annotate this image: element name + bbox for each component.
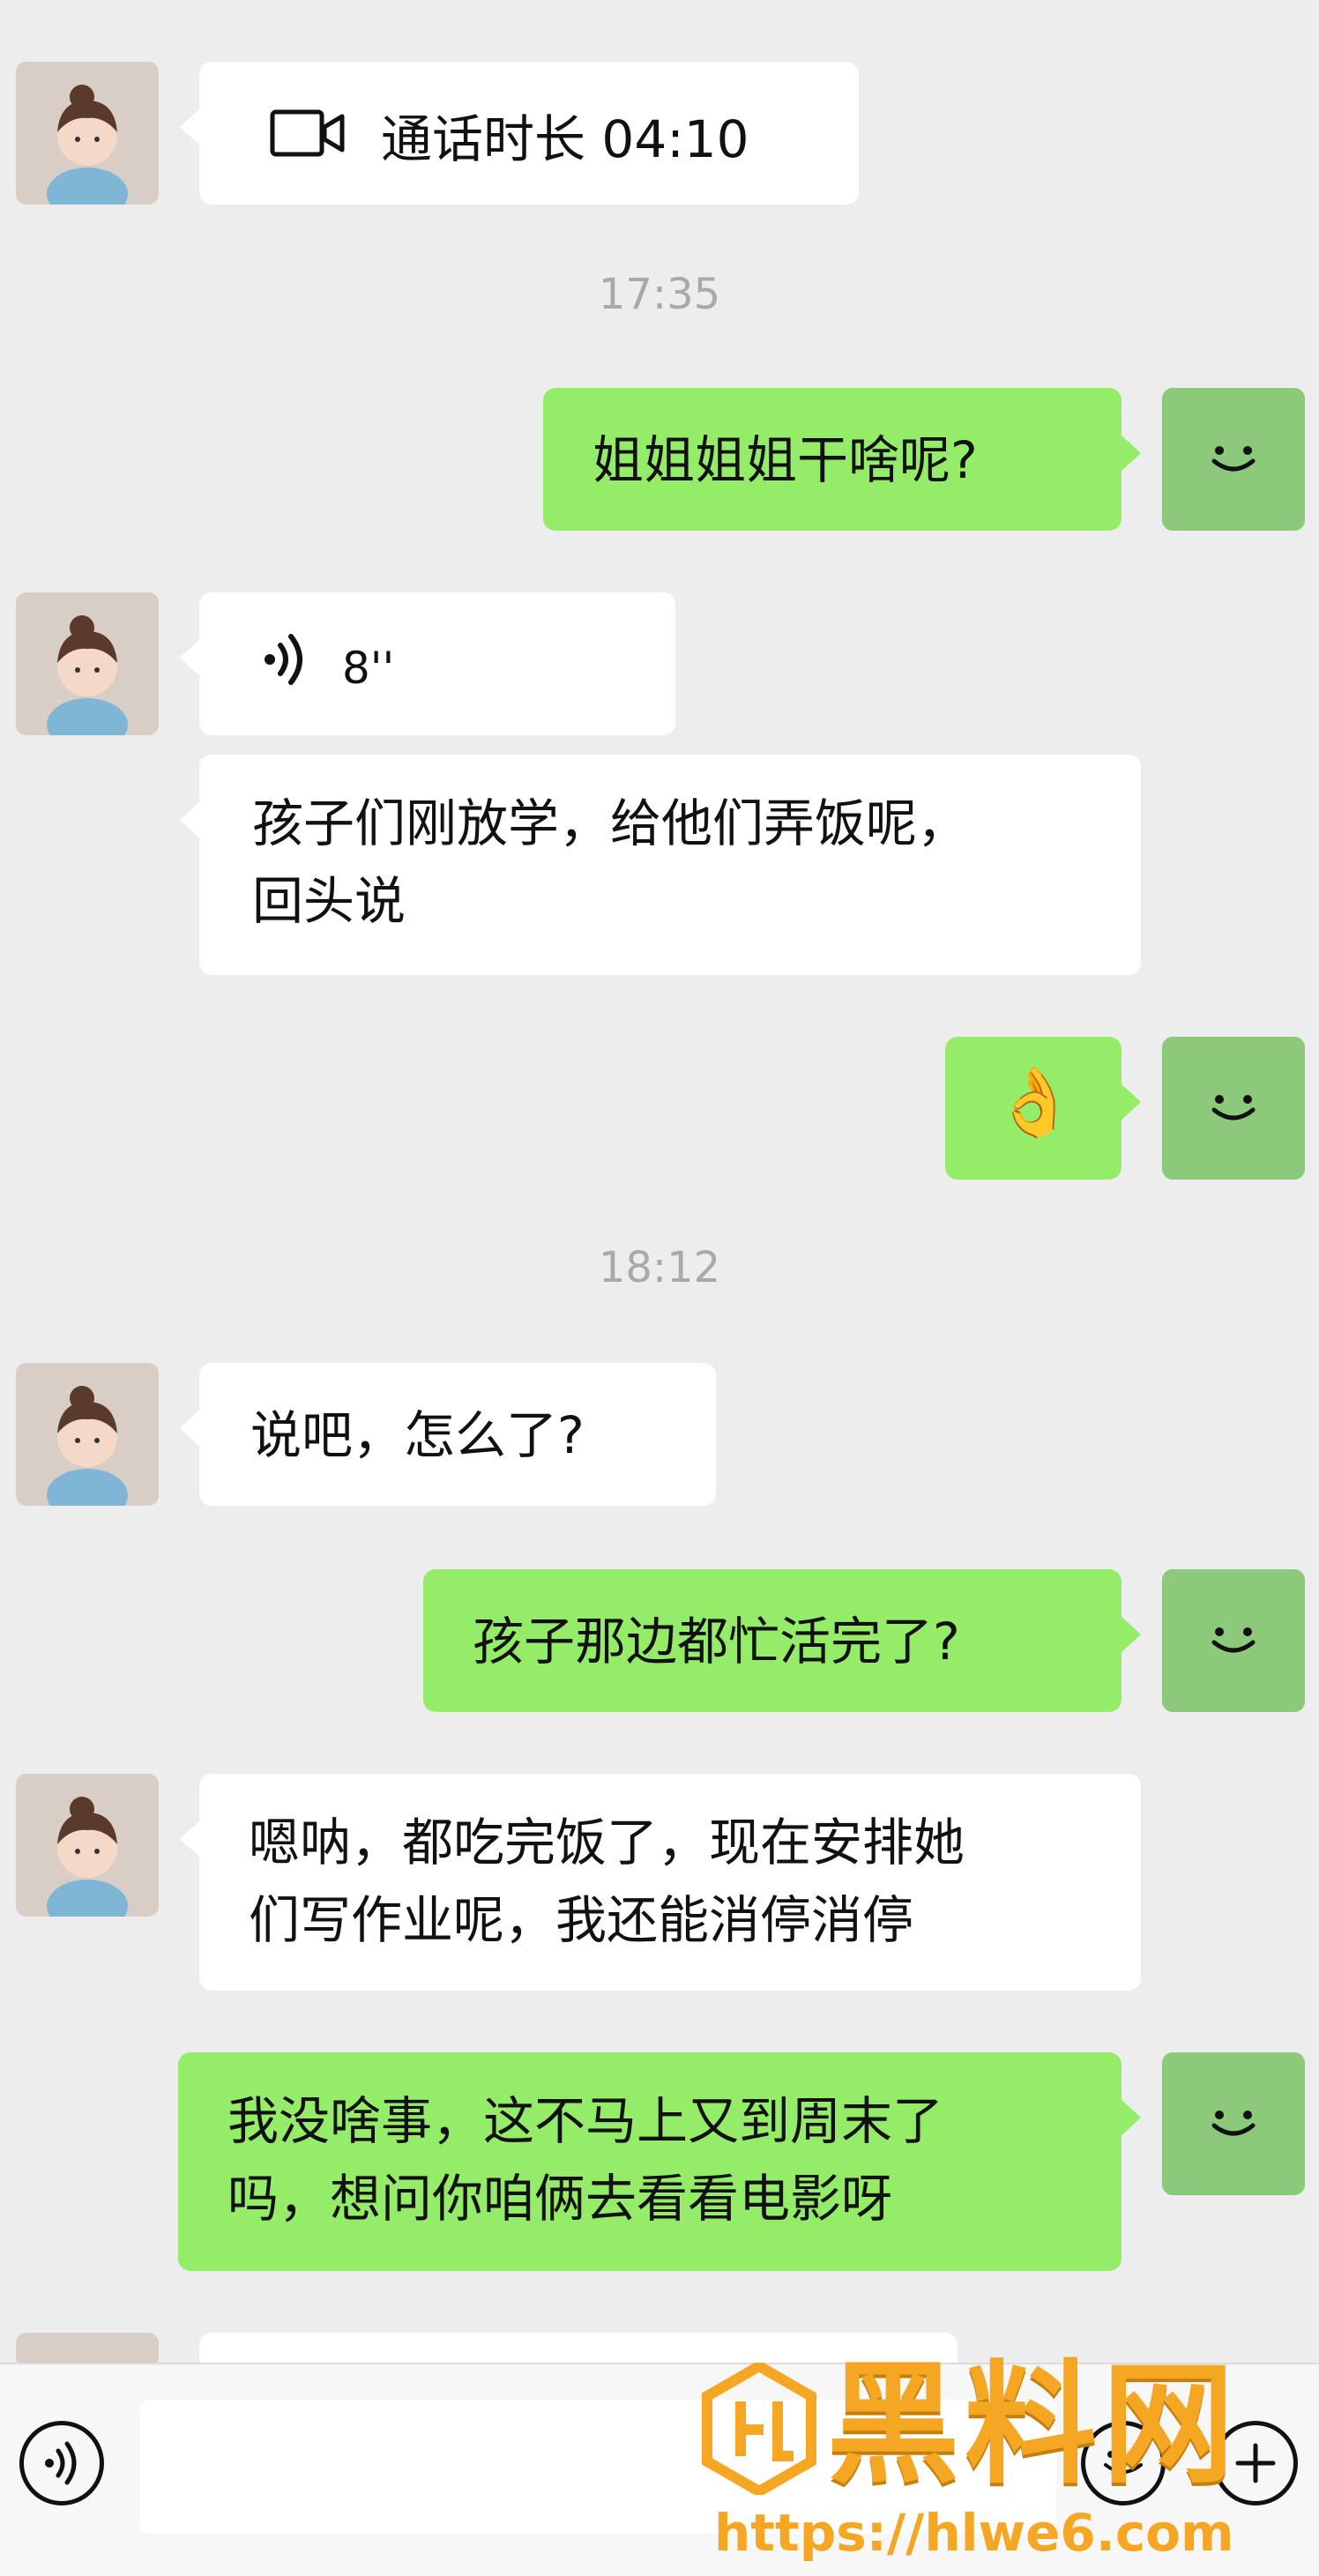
outgoing-emoji-bubble[interactable]: 👌 bbox=[945, 1037, 1141, 1180]
call-duration-text: 通话时长 04:10 bbox=[381, 108, 749, 169]
call-record-bubble[interactable]: 通话时长 04:10 bbox=[180, 62, 859, 205]
voice-toggle-button[interactable] bbox=[19, 2421, 104, 2505]
message-text-line: 吗，想问你咱俩去看看电影呀 bbox=[227, 2169, 893, 2229]
incoming-message-bubble[interactable]: 说吧，怎么了? bbox=[180, 1363, 716, 1506]
message-text: 姐姐姐姐干啥呢? bbox=[592, 430, 978, 490]
incoming-message-bubble[interactable]: 嗯呐，都吃完饭了，现在安排她 们写作业呢，我还能消停消停 bbox=[180, 1774, 1141, 1991]
my-avatar[interactable] bbox=[1162, 2052, 1305, 2195]
contact-avatar[interactable] bbox=[16, 1363, 159, 1506]
watermark-title: 黑料网 bbox=[827, 2349, 1241, 2502]
smiley-icon bbox=[1211, 1095, 1256, 1120]
my-avatar[interactable] bbox=[1162, 388, 1305, 531]
voice-duration: 8'' bbox=[342, 642, 395, 694]
incoming-message-bubble[interactable]: 孩子们刚放学，给他们弄饭呢， 回头说 bbox=[180, 755, 1141, 975]
girl-avatar-image bbox=[16, 592, 159, 735]
outgoing-message-bubble[interactable]: 姐姐姐姐干啥呢? bbox=[543, 388, 1141, 531]
smiley-icon bbox=[1211, 2111, 1256, 2136]
my-avatar[interactable] bbox=[1162, 1037, 1305, 1180]
video-call-icon bbox=[270, 101, 346, 178]
watermark: 黑料网 https://hlwe6.com bbox=[697, 2350, 1314, 2567]
contact-avatar[interactable] bbox=[16, 592, 159, 735]
voice-toggle-icon bbox=[45, 2441, 77, 2485]
message-text-line: 们写作业呢，我还能消停消停 bbox=[249, 1890, 914, 1950]
watermark-url: https://hlwe6.com bbox=[714, 2503, 1234, 2563]
message-text-line: 嗯呐，都吃完饭了，现在安排她 bbox=[249, 1813, 965, 1872]
message-text-line: 孩子们刚放学，给他们弄饭呢， bbox=[252, 793, 969, 853]
message-text-line: 我没啥事，这不马上又到周末了 bbox=[227, 2091, 944, 2151]
voice-message-bubble[interactable]: 8'' bbox=[180, 592, 675, 735]
smiley-icon bbox=[1211, 446, 1256, 472]
voice-wave-icon bbox=[263, 629, 307, 707]
girl-avatar-image bbox=[16, 1774, 159, 1917]
watermark-logo-icon bbox=[702, 2363, 816, 2495]
contact-avatar[interactable] bbox=[16, 62, 159, 205]
timestamp: 17:35 bbox=[598, 270, 721, 319]
message-text-line: 回头说 bbox=[252, 871, 406, 931]
girl-avatar-image bbox=[16, 1363, 159, 1506]
outgoing-message-bubble[interactable]: 我没啥事，这不马上又到周末了 吗，想问你咱俩去看看电影呀 bbox=[178, 2052, 1141, 2271]
ok-hand-emoji: 👌 bbox=[993, 1062, 1077, 1141]
girl-avatar-image bbox=[16, 62, 159, 205]
message-text: 孩子那边都忙活完了? bbox=[473, 1612, 960, 1671]
outgoing-message-bubble[interactable]: 孩子那边都忙活完了? bbox=[423, 1569, 1141, 1712]
smiley-icon bbox=[1211, 1627, 1256, 1653]
timestamp: 18:12 bbox=[598, 1243, 721, 1292]
message-text: 说吧，怎么了? bbox=[250, 1405, 585, 1465]
my-avatar[interactable] bbox=[1162, 1569, 1305, 1712]
contact-avatar[interactable] bbox=[16, 1774, 159, 1917]
